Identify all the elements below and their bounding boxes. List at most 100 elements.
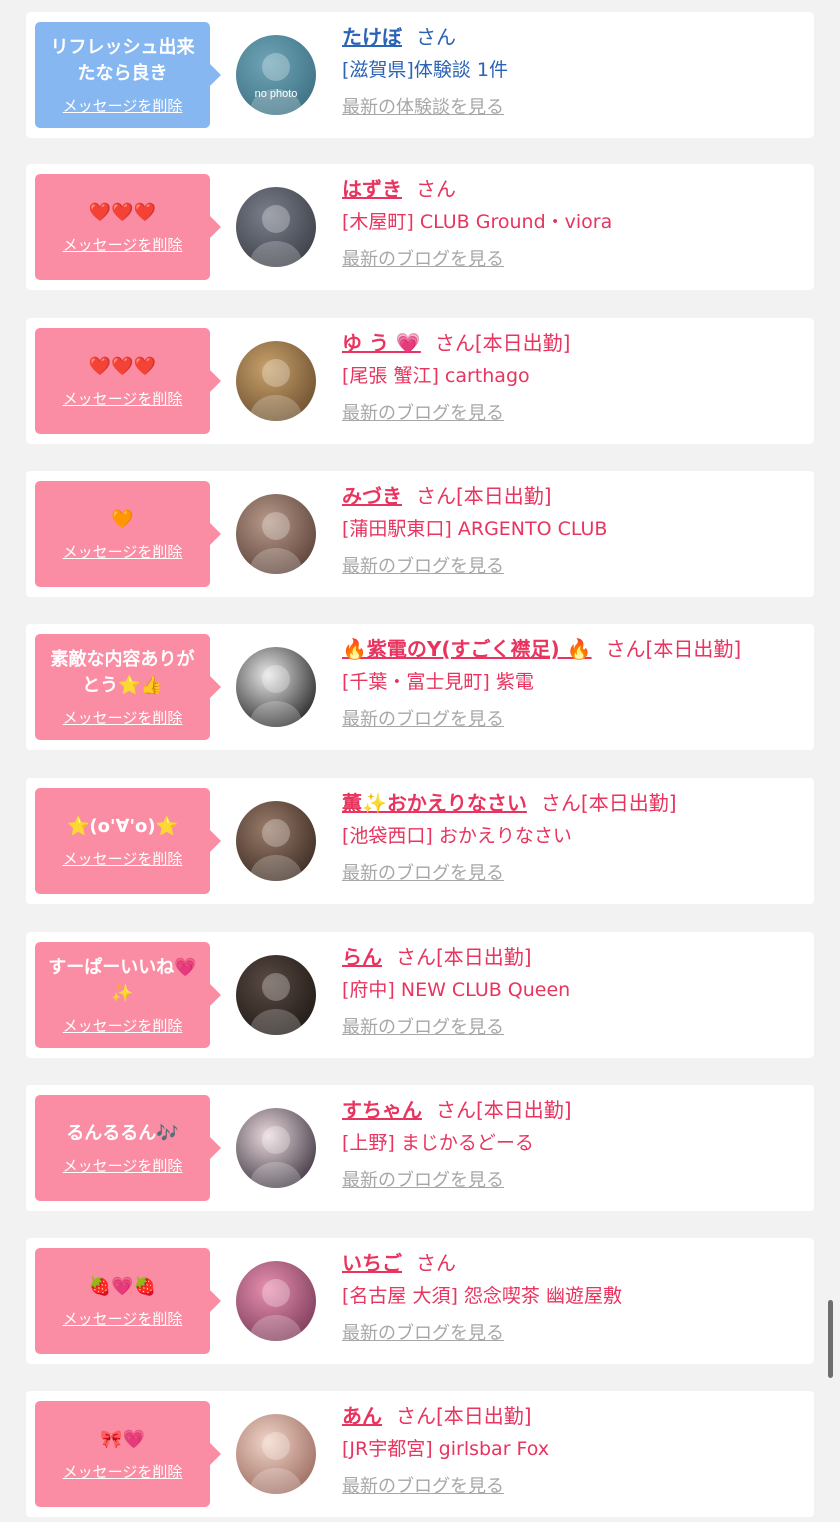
profile-name-link[interactable]: たけぼ bbox=[342, 25, 402, 49]
honorific: さん bbox=[396, 1404, 436, 1428]
avatar[interactable] bbox=[236, 1261, 316, 1341]
name-line: たけぼ さん bbox=[342, 22, 806, 52]
message-text: 🎀💗 bbox=[100, 1428, 145, 1450]
profile-name-link[interactable]: 薫✨おかえりなさい bbox=[342, 791, 527, 815]
profile-name-link[interactable]: はずき bbox=[342, 177, 402, 201]
delete-message-link[interactable]: メッセージを削除 bbox=[63, 848, 183, 869]
avatar[interactable] bbox=[236, 955, 316, 1035]
latest-blog-link[interactable]: 最新のブログを見る bbox=[342, 1475, 504, 1499]
message-card: 🧡 メッセージを削除 みづき さん[本日出勤] [蒲田駅東口] ARGENTO CLUB… bbox=[26, 471, 814, 597]
delete-message-link[interactable]: メッセージを削除 bbox=[63, 388, 183, 409]
shop-detail: [池袋西口] おかえりなさい bbox=[342, 825, 572, 847]
profile-name-link[interactable]: みづき bbox=[342, 484, 402, 508]
profile-info: ゆ う 💗 さん[本日出勤] [尾張 蟹江] carthago 最新のブログを見る bbox=[342, 328, 806, 426]
message-card: 🍓💗🍓 メッセージを削除 いちご さん [名古屋 大須] 怨念喫茶 幽遊屋敷 最新のブログ… bbox=[26, 1238, 814, 1364]
delete-message-link[interactable]: メッセージを削除 bbox=[63, 95, 183, 116]
avatar[interactable] bbox=[236, 187, 316, 267]
profile-info: らん さん[本日出勤] [府中] NEW CLUB Queen 最新のブログを見る bbox=[342, 942, 806, 1040]
avatar-image bbox=[236, 1414, 316, 1494]
message-card: ❤️❤️❤️ メッセージを削除 はずき さん [木屋町] CLUB Ground・vio… bbox=[26, 164, 814, 290]
delete-message-link[interactable]: メッセージを削除 bbox=[63, 234, 183, 255]
honorific: さん bbox=[416, 177, 456, 201]
message-text: すーぱーいいね💗 ✨ bbox=[48, 956, 197, 1004]
delete-message-link[interactable]: メッセージを削除 bbox=[63, 1015, 183, 1036]
message-card: リフレッシュ出来 たなら良き メッセージを削除 no photo たけぼ さん [滋賀県]… bbox=[26, 12, 814, 138]
honorific: さん bbox=[605, 637, 646, 661]
latest-blog-link[interactable]: 最新のブログを見る bbox=[342, 555, 504, 579]
profile-name-link[interactable]: ゆ う 💗 bbox=[342, 331, 421, 355]
name-line: みづき さん[本日出勤] bbox=[342, 481, 806, 511]
shop-detail: [蒲田駅東口] ARGENTO CLUB bbox=[342, 518, 608, 540]
avatar-image: no photo bbox=[236, 35, 316, 115]
message-text: るんるるん🎶 bbox=[66, 1122, 179, 1144]
avatar[interactable]: no photo bbox=[236, 35, 316, 115]
message-bubble: 素敵な内容ありが とう⭐️👍 メッセージを削除 bbox=[35, 634, 221, 740]
attendance-status: [本日出勤] bbox=[436, 1404, 532, 1428]
latest-blog-link[interactable]: 最新のブログを見る bbox=[342, 402, 504, 426]
attendance-status: [本日出勤] bbox=[474, 331, 571, 355]
profile-info: いちご さん [名古屋 大須] 怨念喫茶 幽遊屋敷 最新のブログを見る bbox=[342, 1248, 806, 1346]
avatar[interactable] bbox=[236, 801, 316, 881]
delete-message-link[interactable]: メッセージを削除 bbox=[63, 1155, 183, 1176]
name-line: らん さん[本日出勤] bbox=[342, 942, 806, 972]
message-list: リフレッシュ出来 たなら良き メッセージを削除 no photo たけぼ さん [滋賀県]… bbox=[0, 0, 840, 1522]
latest-blog-link[interactable]: 最新のブログを見る bbox=[342, 248, 504, 272]
attendance-status: [本日出勤] bbox=[456, 484, 552, 508]
profile-name-link[interactable]: 🔥紫電のY(すごく襟足) 🔥 bbox=[342, 637, 592, 661]
message-bubble: 🧡 メッセージを削除 bbox=[35, 481, 221, 587]
attendance-status: [本日出勤] bbox=[476, 1098, 572, 1122]
profile-name-link[interactable]: あん bbox=[342, 1404, 382, 1428]
delete-message-link[interactable]: メッセージを削除 bbox=[63, 541, 183, 562]
avatar[interactable] bbox=[236, 341, 316, 421]
latest-blog-link[interactable]: 最新のブログを見る bbox=[342, 708, 504, 732]
delete-message-link[interactable]: メッセージを削除 bbox=[63, 1308, 183, 1329]
message-bubble: るんるるん🎶 メッセージを削除 bbox=[35, 1095, 221, 1201]
avatar[interactable] bbox=[236, 494, 316, 574]
honorific: さん bbox=[540, 791, 581, 815]
honorific: さん bbox=[416, 25, 456, 49]
profile-info: はずき さん [木屋町] CLUB Ground・viora 最新のブログを見る bbox=[342, 174, 806, 272]
message-text: 素敵な内容ありが とう⭐️👍 bbox=[50, 648, 195, 696]
profile-name-link[interactable]: すちゃん bbox=[342, 1098, 422, 1122]
no-photo-label: no photo bbox=[255, 88, 298, 100]
shop-detail: [JR宇都宮] girlsbar Fox bbox=[342, 1438, 550, 1460]
shop-detail: [滋賀県]体験談 1件 bbox=[342, 59, 508, 81]
profile-name-link[interactable]: らん bbox=[342, 945, 382, 969]
honorific: さん bbox=[434, 331, 475, 355]
latest-blog-link[interactable]: 最新のブログを見る bbox=[342, 862, 504, 886]
profile-info: たけぼ さん [滋賀県]体験談 1件 最新の体験談を見る bbox=[342, 22, 806, 120]
message-bubble: ❤️❤️❤️ メッセージを削除 bbox=[35, 328, 221, 434]
message-card: 素敵な内容ありが とう⭐️👍 メッセージを削除 🔥紫電のY(すごく襟足) 🔥 さん[本… bbox=[26, 624, 814, 750]
latest-blog-link[interactable]: 最新のブログを見る bbox=[342, 1016, 504, 1040]
name-line: 🔥紫電のY(すごく襟足) 🔥 さん[本日出勤] bbox=[342, 634, 806, 664]
shop-detail: [府中] NEW CLUB Queen bbox=[342, 979, 571, 1001]
profile-name-link[interactable]: いちご bbox=[342, 1251, 402, 1275]
profile-info: あん さん[本日出勤] [JR宇都宮] girlsbar Fox 最新のブログを見る bbox=[342, 1401, 806, 1499]
attendance-status: [本日出勤] bbox=[645, 637, 742, 661]
delete-message-link[interactable]: メッセージを削除 bbox=[63, 1461, 183, 1482]
latest-blog-link[interactable]: 最新のブログを見る bbox=[342, 1169, 504, 1193]
attendance-status: [本日出勤] bbox=[436, 945, 532, 969]
message-bubble: 🎀💗 メッセージを削除 bbox=[35, 1401, 221, 1507]
avatar[interactable] bbox=[236, 1414, 316, 1494]
avatar-image bbox=[236, 1261, 316, 1341]
message-card: ⭐️(o'∀'o)⭐️ メッセージを削除 薫✨おかえりなさい さん[本日出勤] [池袋西… bbox=[26, 778, 814, 904]
latest-blog-link[interactable]: 最新のブログを見る bbox=[342, 1322, 504, 1346]
honorific: さん bbox=[416, 1251, 456, 1275]
attendance-status: [本日出勤] bbox=[580, 791, 677, 815]
name-line: すちゃん さん[本日出勤] bbox=[342, 1095, 806, 1125]
latest-review-link[interactable]: 最新の体験談を見る bbox=[342, 96, 504, 120]
message-bubble: ⭐️(o'∀'o)⭐️ メッセージを削除 bbox=[35, 788, 221, 894]
delete-message-link[interactable]: メッセージを削除 bbox=[63, 707, 183, 728]
avatar[interactable] bbox=[236, 1108, 316, 1188]
message-card: すーぱーいいね💗 ✨ メッセージを削除 らん さん[本日出勤] [府中] NEW CLU… bbox=[26, 932, 814, 1058]
message-text: ⭐️(o'∀'o)⭐️ bbox=[67, 815, 178, 837]
shop-detail: [上野] まじかるどーる bbox=[342, 1132, 534, 1154]
scrollbar[interactable] bbox=[828, 1300, 833, 1378]
avatar-image bbox=[236, 187, 316, 267]
avatar[interactable] bbox=[236, 647, 316, 727]
avatar-image bbox=[236, 955, 316, 1035]
message-card: ❤️❤️❤️ メッセージを削除 ゆ う 💗 さん[本日出勤] [尾張 蟹江] carth… bbox=[26, 318, 814, 444]
message-text: 🧡 bbox=[111, 508, 134, 530]
honorific: さん bbox=[396, 945, 436, 969]
